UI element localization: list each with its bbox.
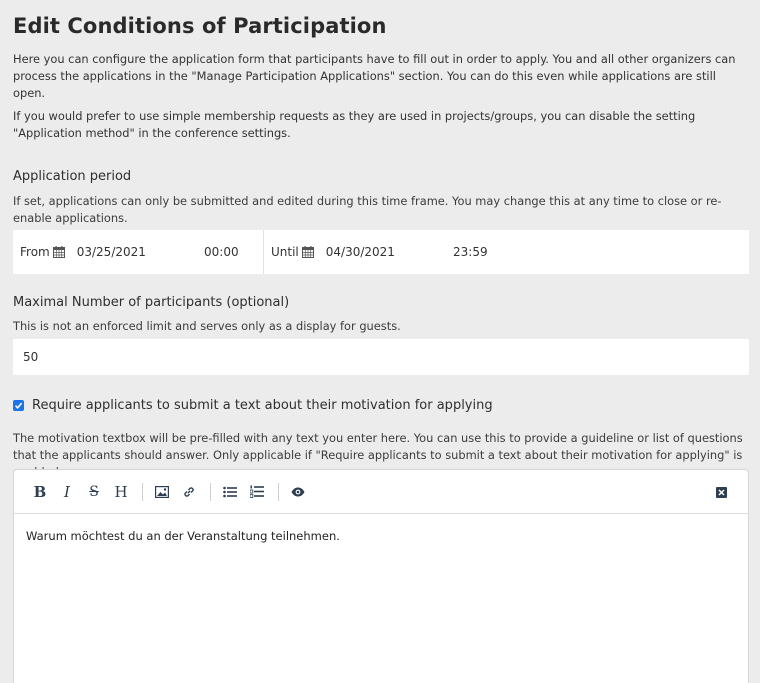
from-date-input[interactable]: 03/25/2021 xyxy=(77,245,146,259)
italic-icon[interactable]: I xyxy=(55,480,79,504)
preview-eye-icon[interactable] xyxy=(286,480,310,504)
intro-paragraph-1: Here you can configure the application f… xyxy=(13,52,736,100)
max-participants-input[interactable] xyxy=(13,339,749,375)
calendar-icon[interactable] xyxy=(52,246,65,258)
until-label: Until xyxy=(271,245,299,259)
strikethrough-icon[interactable]: S xyxy=(82,480,106,504)
application-period-label: Application period xyxy=(13,169,132,184)
toolbar-separator xyxy=(142,482,143,501)
application-period-field: From 03/25/2021 00:00 Until 04/30/2021 2… xyxy=(13,230,749,274)
page-title: Edit Conditions of Participation xyxy=(13,14,387,38)
bullet-list-icon[interactable] xyxy=(218,480,242,504)
motivation-editor: B I S H Warum möchtest du an der Veranst… xyxy=(13,469,749,683)
heading-icon[interactable]: H xyxy=(109,480,133,504)
intro-text: Here you can configure the application f… xyxy=(13,51,749,148)
motivation-checkbox-row[interactable]: Require applicants to submit a text abou… xyxy=(13,398,493,413)
editor-content[interactable]: Warum möchtest du an der Veranstaltung t… xyxy=(14,514,748,558)
max-participants-label: Maximal Number of participants (optional… xyxy=(13,295,290,310)
numbered-list-icon[interactable] xyxy=(245,480,269,504)
intro-paragraph-2: If you would prefer to use simple member… xyxy=(13,109,696,140)
editor-toolbar: B I S H xyxy=(14,470,748,514)
application-period-help: If set, applications can only be submitt… xyxy=(13,194,722,225)
motivation-checkbox-label[interactable]: Require applicants to submit a text abou… xyxy=(32,398,493,413)
fullscreen-close-icon[interactable] xyxy=(709,480,733,504)
link-icon[interactable] xyxy=(177,480,201,504)
period-from: From 03/25/2021 00:00 xyxy=(13,230,264,274)
period-until: Until 04/30/2021 23:59 xyxy=(264,230,749,274)
from-label: From xyxy=(20,245,50,259)
toolbar-separator xyxy=(278,482,279,501)
max-participants-help: This is not an enforced limit and serves… xyxy=(13,319,401,333)
until-date-input[interactable]: 04/30/2021 xyxy=(326,245,395,259)
until-time-input[interactable]: 23:59 xyxy=(453,245,488,259)
from-time-input[interactable]: 00:00 xyxy=(204,245,239,259)
toolbar-separator xyxy=(210,482,211,501)
calendar-icon[interactable] xyxy=(301,246,314,258)
bold-icon[interactable]: B xyxy=(28,480,52,504)
motivation-checkbox[interactable] xyxy=(13,400,24,411)
image-icon[interactable] xyxy=(150,480,174,504)
